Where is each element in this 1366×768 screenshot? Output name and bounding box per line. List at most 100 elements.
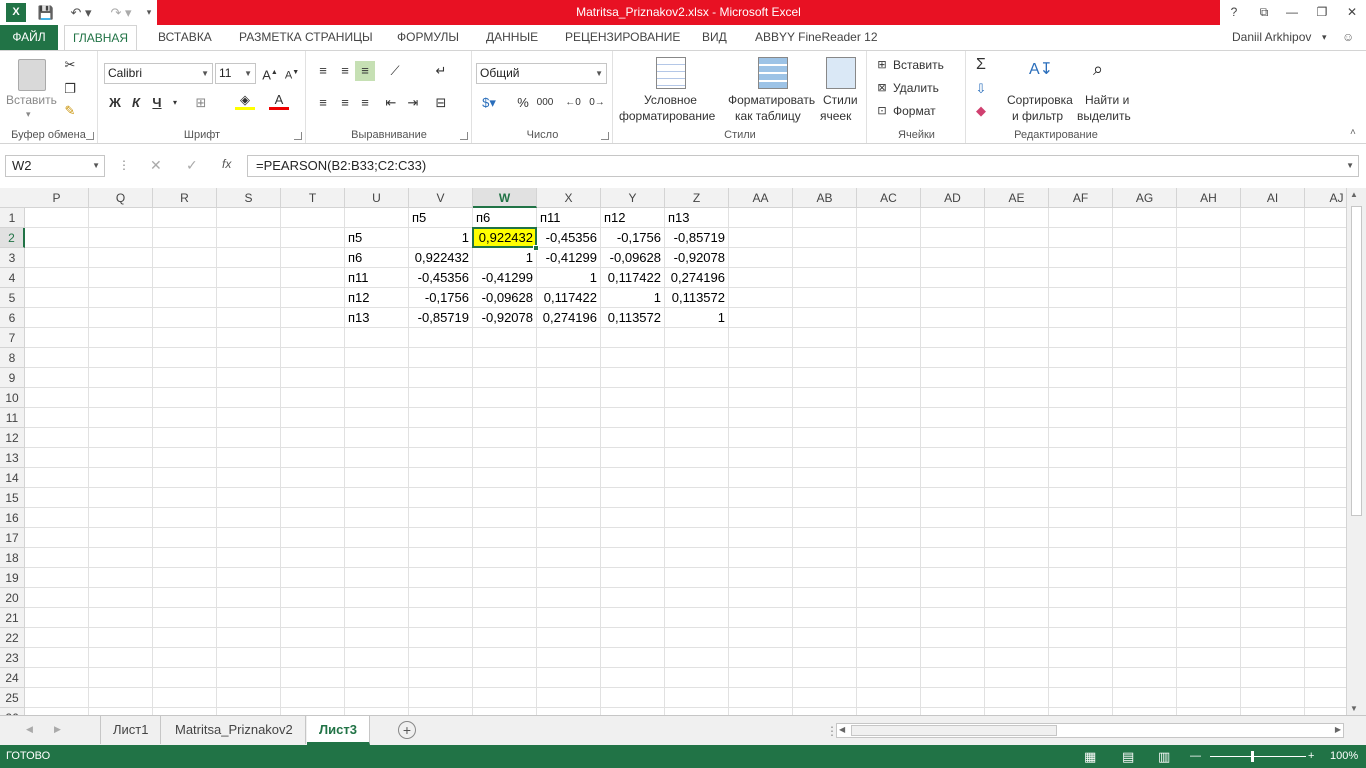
matrix-value-cell[interactable]: 1: [537, 268, 600, 287]
copy-icon[interactable]: ❐: [60, 79, 80, 99]
matrix-value-cell[interactable]: 0,117422: [601, 268, 664, 287]
cell-styles-icon[interactable]: [826, 57, 856, 89]
font-name-combo[interactable]: Calibri ▼: [104, 63, 213, 84]
align-top-icon[interactable]: ≡: [313, 61, 333, 81]
find-select-label-2[interactable]: выделить: [1077, 109, 1131, 123]
zoom-in-icon[interactable]: +: [1308, 745, 1314, 768]
tab-file[interactable]: ФАЙЛ: [0, 25, 58, 50]
column-header-q[interactable]: Q: [89, 188, 153, 208]
font-size-combo[interactable]: 11 ▼: [215, 63, 256, 84]
matrix-value-cell[interactable]: -0,45356: [409, 268, 472, 287]
delete-cells-icon[interactable]: ⊠: [872, 78, 892, 98]
align-left-icon[interactable]: ≡: [313, 93, 333, 113]
matrix-value-cell[interactable]: 0,113572: [665, 288, 728, 307]
row-header-20[interactable]: 20: [0, 588, 25, 608]
matrix-value-cell[interactable]: -0,85719: [409, 308, 472, 327]
row-header-15[interactable]: 15: [0, 488, 25, 508]
row-header-2[interactable]: 2: [0, 228, 25, 248]
matrix-value-cell[interactable]: 0,274196: [537, 308, 600, 327]
row-header-14[interactable]: 14: [0, 468, 25, 488]
column-header-y[interactable]: Y: [601, 188, 665, 208]
matrix-value-cell[interactable]: 0,922432: [473, 228, 536, 247]
scroll-right-icon[interactable]: ▶: [1335, 725, 1341, 734]
ribbon-display-button[interactable]: ⧉: [1250, 0, 1278, 25]
align-bottom-icon[interactable]: ≡: [355, 61, 375, 81]
row-header-16[interactable]: 16: [0, 508, 25, 528]
cell-styles-label-1[interactable]: Стили: [823, 93, 858, 107]
maximize-button[interactable]: ❐: [1308, 0, 1336, 25]
underline-dropdown-icon[interactable]: ▾: [165, 93, 185, 113]
vertical-scroll-thumb[interactable]: [1351, 206, 1362, 516]
zoom-slider-thumb[interactable]: [1251, 751, 1254, 762]
matrix-row-label[interactable]: п6: [345, 248, 408, 267]
paste-button[interactable]: Вставить: [6, 93, 57, 107]
close-button[interactable]: ✕: [1338, 0, 1366, 25]
column-header-ah[interactable]: AH: [1177, 188, 1241, 208]
matrix-value-cell[interactable]: 0,922432: [409, 248, 472, 267]
tab-formulas[interactable]: ФОРМУЛЫ: [389, 25, 467, 50]
matrix-row-label[interactable]: п13: [345, 308, 408, 327]
font-color-icon[interactable]: A: [269, 93, 289, 113]
next-sheet-icon[interactable]: ▶: [54, 724, 61, 735]
column-header-x[interactable]: X: [537, 188, 601, 208]
row-header-17[interactable]: 17: [0, 528, 25, 548]
column-header-aa[interactable]: AA: [729, 188, 793, 208]
row-header-7[interactable]: 7: [0, 328, 25, 348]
matrix-value-cell[interactable]: -0,41299: [473, 268, 536, 287]
tab-abbyy[interactable]: ABBYY FineReader 12: [747, 25, 886, 50]
fill-icon[interactable]: ⇩: [971, 79, 991, 99]
tab-data[interactable]: ДАННЫЕ: [478, 25, 546, 50]
fill-handle[interactable]: [533, 245, 539, 251]
matrix-value-cell[interactable]: -0,1756: [601, 228, 664, 247]
sheet-tab-3[interactable]: Лист3: [307, 716, 370, 745]
row-header-26[interactable]: 26: [0, 708, 25, 715]
matrix-row-label[interactable]: п5: [345, 228, 408, 247]
column-header-aj[interactable]: AJ: [1305, 188, 1346, 208]
column-header-r[interactable]: R: [153, 188, 217, 208]
merge-center-icon[interactable]: ⊟: [431, 93, 451, 113]
row-header-1[interactable]: 1: [0, 208, 25, 228]
cell-styles-label-2[interactable]: ячеек: [820, 109, 851, 123]
matrix-value-cell[interactable]: -0,92078: [473, 308, 536, 327]
tab-review[interactable]: РЕЦЕНЗИРОВАНИЕ: [557, 25, 688, 50]
decrease-indent-icon[interactable]: ⇤: [381, 93, 401, 113]
enter-icon[interactable]: ✓: [186, 157, 198, 174]
autosum-icon[interactable]: Σ: [971, 55, 991, 75]
sort-filter-label-2[interactable]: и фильтр: [1012, 109, 1063, 123]
column-header-u[interactable]: U: [345, 188, 409, 208]
scroll-up-icon[interactable]: ▲: [1350, 190, 1358, 199]
underline-button[interactable]: Ч: [147, 93, 167, 113]
column-header-ab[interactable]: AB: [793, 188, 857, 208]
row-header-24[interactable]: 24: [0, 668, 25, 688]
row-header-19[interactable]: 19: [0, 568, 25, 588]
smiley-icon[interactable]: ☺: [1334, 25, 1362, 50]
row-header-11[interactable]: 11: [0, 408, 25, 428]
format-cells-icon[interactable]: ⊡: [872, 101, 892, 121]
row-header-13[interactable]: 13: [0, 448, 25, 468]
borders-icon[interactable]: ⊞: [191, 93, 211, 113]
matrix-header-cell[interactable]: п6: [473, 208, 536, 227]
number-dialog-launcher[interactable]: [601, 132, 609, 140]
conditional-formatting-label-1[interactable]: Условное: [644, 93, 697, 107]
column-header-ae[interactable]: AE: [985, 188, 1049, 208]
matrix-value-cell[interactable]: 1: [601, 288, 664, 307]
increase-decimal-icon[interactable]: ←0: [563, 93, 583, 113]
undo-icon[interactable]: ↶ ▾: [66, 3, 96, 22]
column-header-ag[interactable]: AG: [1113, 188, 1177, 208]
wrap-text-icon[interactable]: ↵: [431, 61, 451, 81]
format-as-table-label-2[interactable]: как таблицу: [735, 109, 801, 123]
sheet-tab-1[interactable]: Лист1: [101, 716, 162, 744]
name-box[interactable]: W2 ▼: [5, 155, 105, 177]
matrix-value-cell[interactable]: -0,09628: [601, 248, 664, 267]
format-as-table-icon[interactable]: [758, 57, 788, 89]
row-header-18[interactable]: 18: [0, 548, 25, 568]
scroll-down-icon[interactable]: ▼: [1350, 704, 1358, 713]
row-header-12[interactable]: 12: [0, 428, 25, 448]
save-icon[interactable]: 💾: [36, 3, 56, 22]
matrix-value-cell[interactable]: -0,92078: [665, 248, 728, 267]
currency-format-icon[interactable]: $▾: [479, 93, 499, 113]
matrix-value-cell[interactable]: 1: [473, 248, 536, 267]
horizontal-scrollbar[interactable]: ◀ ▶: [836, 723, 1344, 738]
matrix-header-cell[interactable]: п12: [601, 208, 664, 227]
column-header-af[interactable]: AF: [1049, 188, 1113, 208]
